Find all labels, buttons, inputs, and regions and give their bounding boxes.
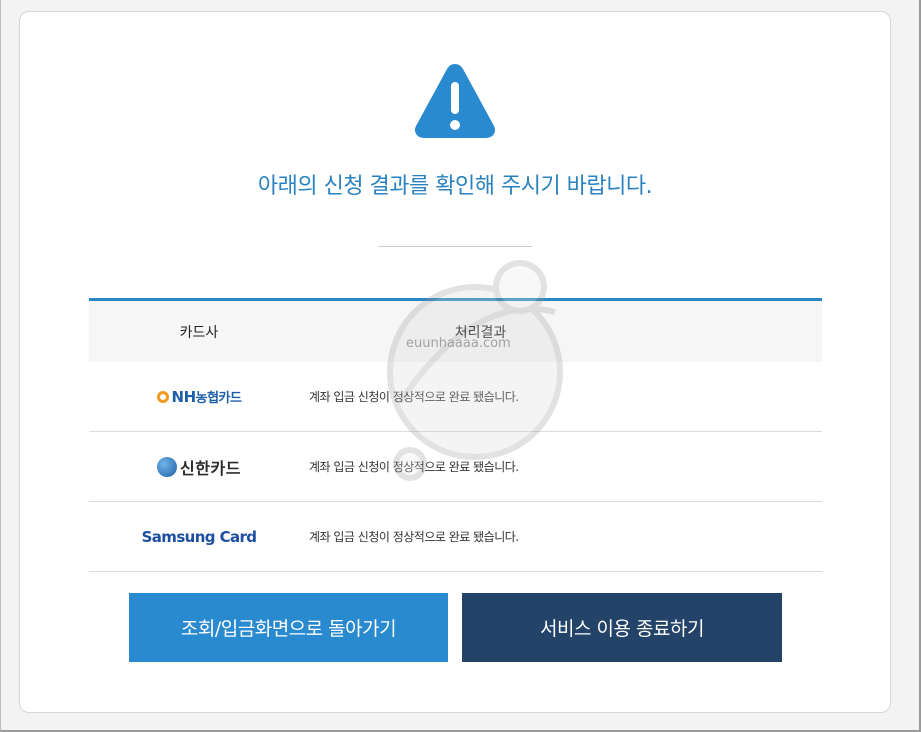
column-header-result: 처리결과 (454, 324, 507, 341)
table-row: 신한카드 계좌 입금 신청이 정상적으로 완료 됐습니다. (89, 432, 822, 502)
nh-logo-sub: 농협카드 (195, 391, 242, 406)
warning-triangle-icon (414, 64, 496, 138)
back-to-inquiry-button[interactable]: 조회/입금화면으로 돌아가기 (129, 593, 448, 662)
nh-logo-mark: NH (171, 388, 197, 406)
samsung-logo-text: Samsung Card (141, 527, 257, 546)
shinhan-card-logo: 신한카드 (89, 455, 309, 479)
nh-logo-icon (156, 390, 169, 403)
samsung-card-logo: Samsung Card (89, 528, 309, 546)
table-header: 카드사 처리결과 (89, 301, 822, 362)
result-card: 아래의 신청 결과를 확인해 주시기 바랍니다. 카드사 처리결과 NH농협카드… (19, 11, 891, 713)
divider (378, 246, 532, 247)
column-header-company: 카드사 (179, 324, 219, 341)
shinhan-logo-text: 신한카드 (180, 458, 241, 478)
table-row: Samsung Card 계좌 입금 신청이 정상적으로 완료 됐습니다. (89, 502, 822, 572)
table-row: NH농협카드 계좌 입금 신청이 정상적으로 완료 됐습니다. (89, 362, 822, 432)
shinhan-logo-icon (157, 456, 178, 477)
watermark-text: euunhaaaa.com (406, 336, 511, 351)
nh-card-logo: NH농협카드 (89, 387, 309, 406)
end-service-button[interactable]: 서비스 이용 종료하기 (462, 593, 782, 662)
result-text: 계좌 입금 신청이 정상적으로 완료 됐습니다. (309, 530, 519, 544)
result-text: 계좌 입금 신청이 정상적으로 완료 됐습니다. (309, 390, 519, 404)
result-text: 계좌 입금 신청이 정상적으로 완료 됐습니다. (309, 460, 519, 474)
page-title: 아래의 신청 결과를 확인해 주시기 바랍니다. (257, 174, 653, 199)
